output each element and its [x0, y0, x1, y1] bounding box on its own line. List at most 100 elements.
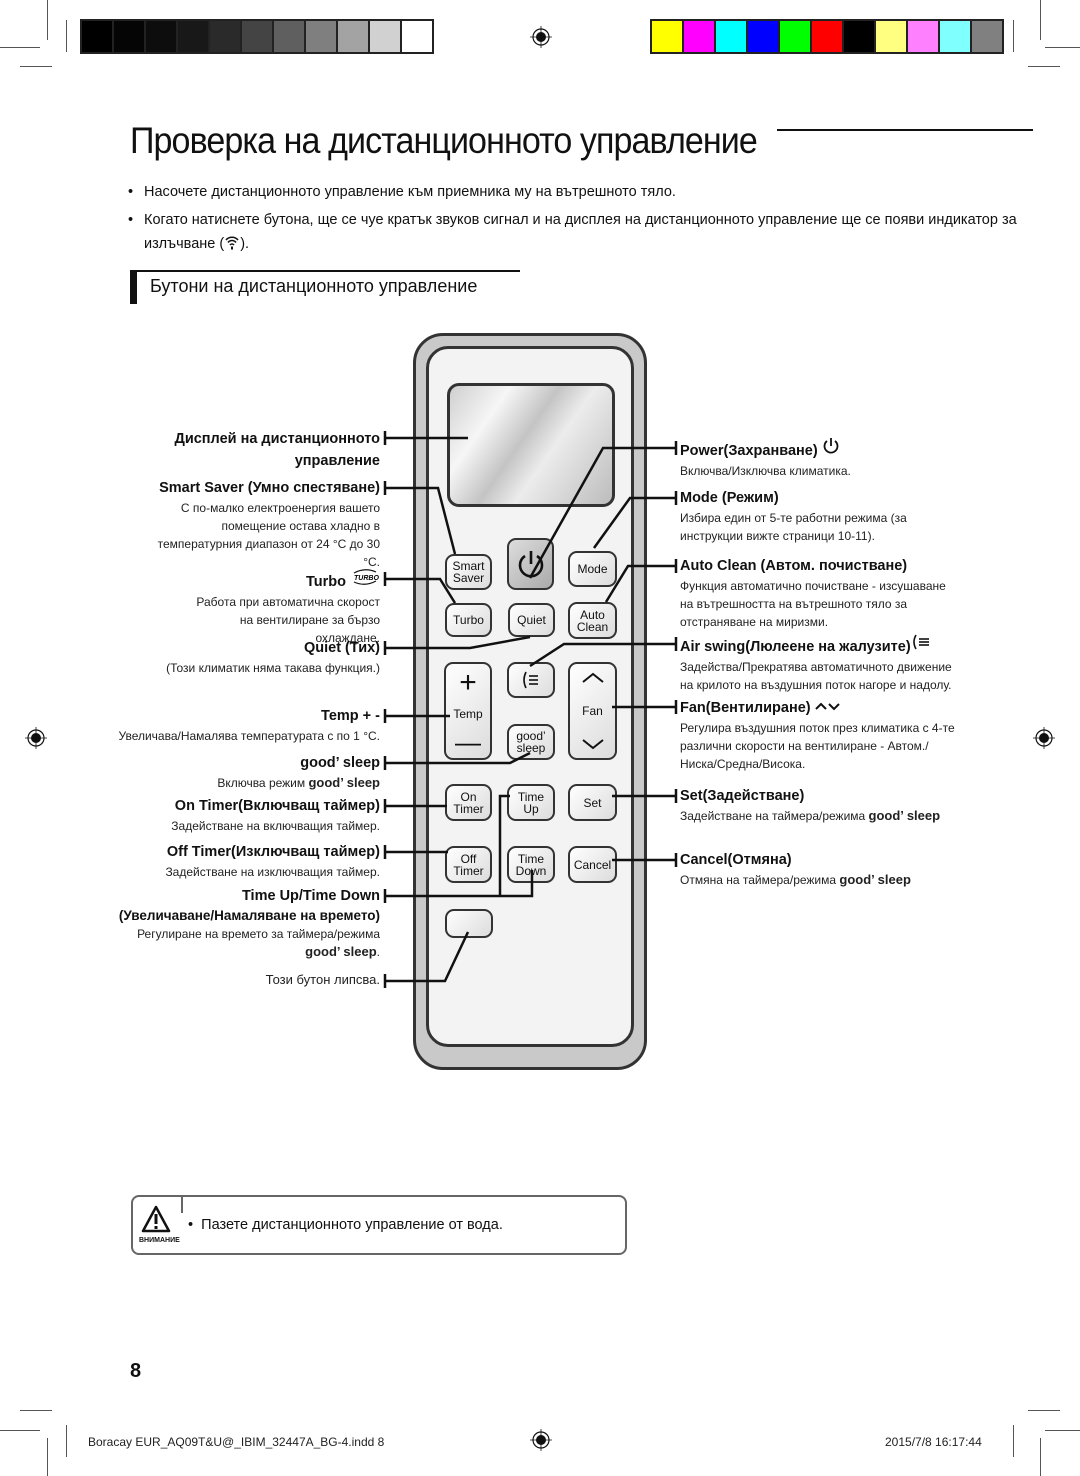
section-title: Бутони на дистанционното управление — [150, 276, 478, 296]
calibration-swatch — [178, 21, 208, 52]
calibration-swatch — [748, 21, 778, 52]
fan-label: Fan — [582, 704, 603, 718]
registration-mark-icon — [1033, 727, 1055, 749]
caution-box: ВНИМАНИЕ • Пазете дистанционното управле… — [131, 1195, 627, 1255]
page-title: Проверка на дистанционното управление — [130, 120, 758, 161]
calibration-swatch — [684, 21, 714, 52]
temp-minus-icon[interactable]: — — [455, 729, 481, 755]
label-time-up-down: Time Up/Time Down (Увеличаване/Намаляване… — [118, 888, 380, 959]
registration-mark-icon — [530, 26, 552, 48]
label-cancel: Cancel(Отмяна) Отмяна на таймера/режима g… — [680, 852, 911, 887]
calibration-swatch — [82, 21, 112, 52]
on-timer-button[interactable]: On Timer — [445, 784, 492, 821]
crop-mark — [1028, 1410, 1060, 1411]
transmit-signal-icon — [225, 236, 239, 250]
label-auto-clean: Auto Clean (Автом. почистване) Функция ав… — [680, 558, 946, 629]
calibration-swatch — [972, 21, 1002, 52]
bullet-item: • Когато натиснете бутона, ще се чуе крат… — [128, 208, 1028, 256]
time-down-button[interactable]: Time Down — [507, 846, 555, 883]
warning-triangle-icon — [141, 1205, 171, 1233]
crop-mark — [0, 47, 40, 48]
crop-mark — [1028, 66, 1060, 67]
cancel-button[interactable]: Cancel — [568, 846, 617, 883]
page-number: 8 — [130, 1360, 142, 1382]
label-air-swing: Air swing(Люлеене на жалузите) Задейства/… — [680, 633, 955, 694]
power-icon — [823, 438, 839, 454]
title-rule — [777, 129, 1033, 131]
registration-mark-icon — [530, 1429, 552, 1451]
bullet-text: Насочете дистанционното управление към п… — [144, 184, 676, 200]
calibration-swatch — [114, 21, 144, 52]
calibration-swatch — [370, 21, 400, 52]
calibration-swatch — [146, 21, 176, 52]
label-mode: Mode (Режим) Избира един от 5-те работни … — [680, 490, 907, 543]
color-calibration-bar — [650, 19, 1004, 54]
bullet-item: • Насочете дистанционното управление към … — [128, 180, 1028, 204]
fan-up-down-icon — [814, 702, 840, 711]
calibration-swatch — [780, 21, 810, 52]
label-good-sleep: good’ sleep Включва режим good’ sleep — [217, 755, 380, 790]
crop-mark — [66, 1425, 67, 1457]
calibration-swatch — [844, 21, 874, 52]
mode-button[interactable]: Mode — [568, 551, 617, 587]
footer-datetime: 2015/7/8 16:17:44 — [885, 1435, 982, 1449]
label-power: Power(Захранване) Включва/Изключва клима… — [680, 437, 970, 480]
crop-mark — [1013, 20, 1014, 52]
label-temp: Temp + - Увеличава/Намалява температурата… — [118, 708, 381, 743]
label-smart-saver: Smart Saver (Умно спестяване) С по-малко … — [157, 480, 380, 569]
temp-plus-icon[interactable]: + — [459, 668, 477, 698]
caution-caption: ВНИМАНИЕ — [139, 1237, 180, 1244]
set-button[interactable]: Set — [568, 784, 617, 821]
caution-text: • Пазете дистанционното управление от во… — [188, 1217, 503, 1233]
calibration-swatch — [908, 21, 938, 52]
calibration-swatch — [876, 21, 906, 52]
quiet-button[interactable]: Quiet — [508, 603, 555, 637]
calibration-swatch — [274, 21, 304, 52]
label-quiet: Quiet (Тих) (Този климатик няма такава фу… — [166, 640, 380, 675]
crop-mark — [47, 1438, 48, 1476]
calibration-swatch — [338, 21, 368, 52]
grayscale-calibration-bar — [80, 19, 434, 54]
temp-label: Temp — [453, 707, 483, 721]
calibration-swatch — [940, 21, 970, 52]
crop-mark — [1040, 0, 1041, 40]
temp-button[interactable]: + Temp — — [444, 662, 492, 760]
crop-mark — [1045, 1430, 1080, 1431]
calibration-swatch — [716, 21, 746, 52]
fan-button[interactable]: Fan — [568, 662, 617, 760]
label-off-timer: Off Timer(Изключващ таймер) Задействане н… — [165, 844, 380, 879]
calibration-swatch — [812, 21, 842, 52]
label-on-timer: On Timer(Включващ таймер) Задействане на … — [171, 798, 380, 833]
smart-saver-button[interactable]: Smart Saver — [445, 554, 492, 590]
label-set: Set(Задействане) Задействане на таймера/р… — [680, 788, 941, 823]
air-swing-button[interactable] — [507, 662, 555, 698]
footer-filename: Boracay EUR_AQ09T&U@_IBIM_32447A_BG-4.in… — [88, 1435, 385, 1449]
off-timer-button[interactable]: Off Timer — [445, 846, 492, 883]
calibration-swatch — [402, 21, 432, 52]
crop-mark — [47, 0, 48, 40]
time-up-button[interactable]: Time Up — [507, 784, 555, 821]
crop-mark — [20, 1410, 52, 1411]
intro-bullets: • Насочете дистанционното управление към … — [128, 180, 1028, 260]
crop-mark — [1013, 1425, 1014, 1457]
calibration-swatch — [210, 21, 240, 52]
crop-mark — [66, 20, 67, 52]
unused-button[interactable] — [445, 909, 493, 938]
label-turbo: Turbo TURBO Работа при автоматична скорос… — [180, 568, 380, 647]
label-fan: Fan(Вентилиране) Регулира въздушния пото… — [680, 700, 955, 771]
label-unused-button: Този бутон липсва. — [265, 972, 380, 987]
air-swing-icon — [523, 671, 538, 689]
good-sleep-button[interactable]: good’ sleep — [507, 724, 555, 760]
turbo-icon: TURBO — [353, 569, 379, 585]
turbo-button[interactable]: Turbo — [445, 603, 492, 637]
fan-up-icon[interactable] — [581, 672, 605, 684]
calibration-swatch — [242, 21, 272, 52]
calibration-swatch — [306, 21, 336, 52]
crop-mark — [1045, 47, 1080, 48]
auto-clean-button[interactable]: Auto Clean — [568, 602, 617, 639]
fan-down-icon[interactable] — [581, 738, 605, 750]
crop-mark — [20, 66, 52, 67]
crop-mark — [1040, 1438, 1041, 1476]
remote-display — [447, 383, 615, 507]
power-button[interactable] — [507, 538, 554, 590]
